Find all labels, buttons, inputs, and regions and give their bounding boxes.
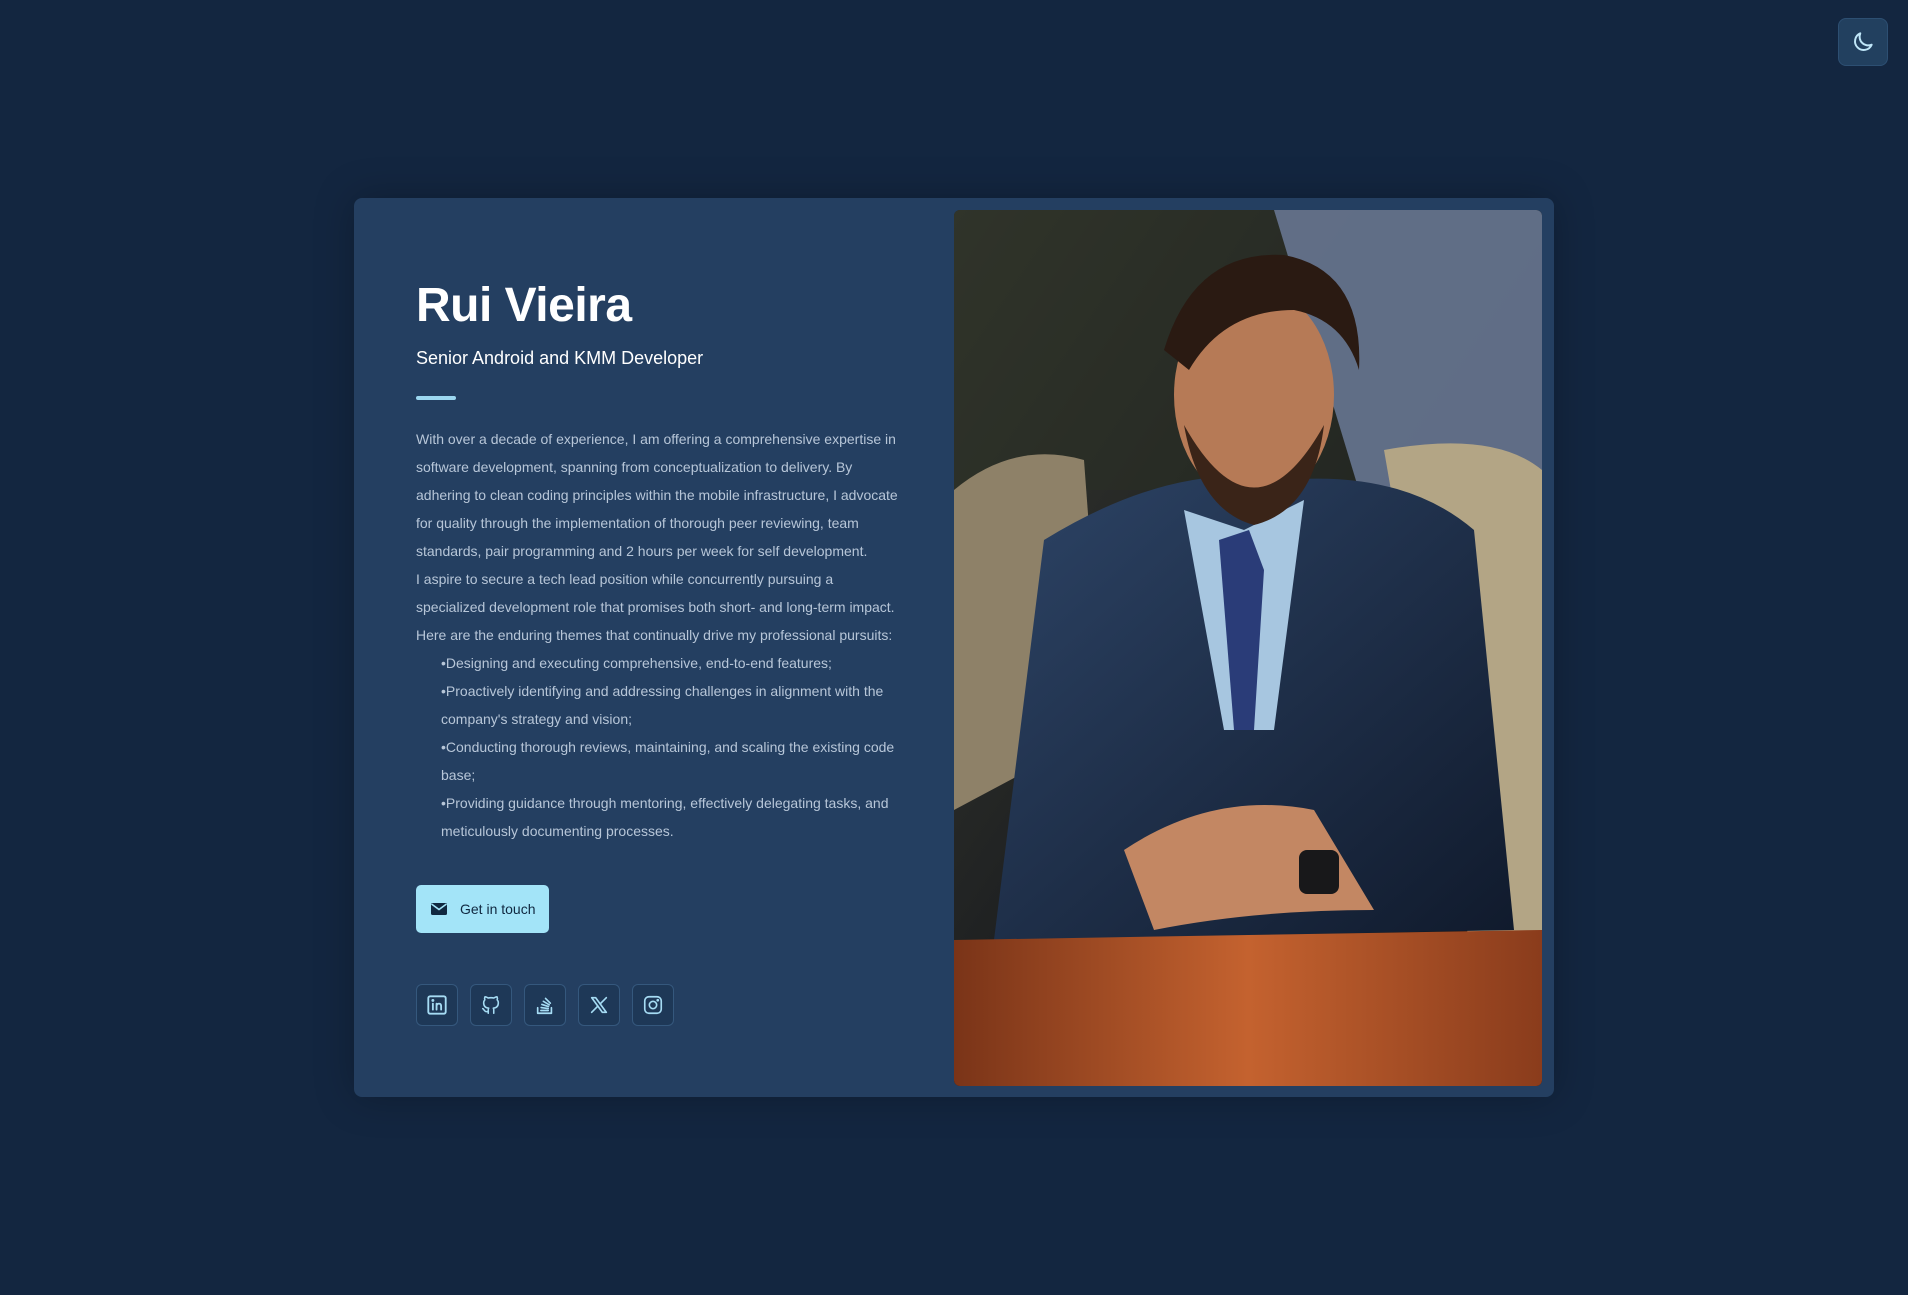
stack-overflow-icon (536, 997, 553, 1015)
profile-name: Rui Vieira (416, 279, 632, 332)
social-links (416, 984, 906, 1026)
theme-item: Designing and executing comprehensive, e… (441, 649, 906, 677)
profile-card: Rui Vieira Senior Android and KMM Develo… (354, 198, 1554, 1097)
theme-item: Providing guidance through mentoring, ef… (441, 789, 906, 845)
theme-toggle-button[interactable] (1838, 18, 1888, 66)
linkedin-icon (427, 995, 447, 1015)
portrait-photo (954, 210, 1542, 1086)
github-link[interactable] (470, 984, 512, 1026)
mail-icon (431, 903, 447, 915)
github-icon (481, 996, 500, 1015)
stack-overflow-link[interactable] (524, 984, 566, 1026)
profile-bio: With over a decade of experience, I am o… (416, 425, 906, 845)
bio-paragraph: I aspire to secure a tech lead position … (416, 571, 895, 615)
profile-role: Senior Android and KMM Developer (416, 348, 704, 368)
instagram-link[interactable] (632, 984, 674, 1026)
get-in-touch-label: Get in touch (460, 901, 536, 917)
bio-paragraph: Here are the enduring themes that contin… (416, 627, 893, 643)
get-in-touch-button[interactable]: Get in touch (416, 885, 549, 933)
profile-info: Rui Vieira Senior Android and KMM Develo… (416, 278, 906, 1026)
x-icon (590, 996, 608, 1014)
instagram-icon (643, 995, 663, 1015)
themes-list: Designing and executing comprehensive, e… (416, 649, 906, 845)
bio-paragraph: With over a decade of experience, I am o… (416, 431, 898, 559)
linkedin-link[interactable] (416, 984, 458, 1026)
accent-divider (416, 396, 456, 400)
theme-item: Conducting thorough reviews, maintaining… (441, 733, 906, 789)
theme-item: Proactively identifying and addressing c… (441, 677, 906, 733)
x-link[interactable] (578, 984, 620, 1026)
moon-icon (1854, 32, 1873, 51)
